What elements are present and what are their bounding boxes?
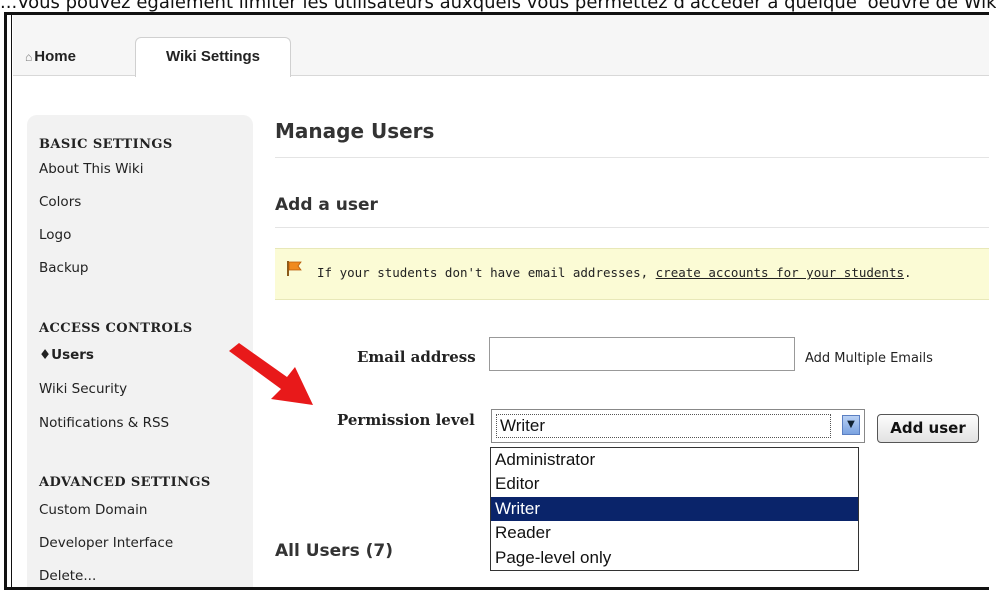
notice-text-before: If your students don't have email addres… — [317, 265, 656, 280]
permission-selected-value: Writer — [496, 414, 831, 438]
option-page-level[interactable]: Page-level only — [491, 546, 858, 570]
dropdown-arrow-icon[interactable]: ▼ — [842, 415, 860, 435]
permission-label: Permission level — [337, 411, 475, 429]
sidebar-heading-basic: BASIC SETTINGS — [39, 137, 173, 152]
sidebar-item-colors[interactable]: Colors — [39, 194, 81, 210]
tab-home[interactable]: ⌂ Home — [25, 48, 76, 65]
option-writer[interactable]: Writer — [491, 496, 858, 522]
tab-home-label: Home — [34, 48, 76, 65]
email-label: Email address — [357, 348, 476, 366]
browser-frame: ⌂ Home Wiki Settings BASIC SETTINGS About… — [4, 12, 989, 590]
top-tab-bar: ⌂ Home Wiki Settings — [13, 15, 989, 77]
sidebar-item-about[interactable]: About This Wiki — [39, 161, 143, 177]
option-reader[interactable]: Reader — [491, 521, 858, 545]
red-arrow-icon — [229, 343, 313, 405]
sidebar-heading-advanced: ADVANCED SETTINGS — [39, 475, 211, 490]
sidebar-item-logo[interactable]: Logo — [39, 227, 71, 243]
house-icon: ⌂ — [25, 50, 33, 64]
sidebar-item-developer[interactable]: Developer Interface — [39, 535, 173, 551]
permission-dropdown-list: Administrator Editor Writer Reader Page-… — [490, 447, 859, 571]
sidebar-item-users-label: Users — [51, 347, 94, 363]
add-multiple-emails-link[interactable]: Add Multiple Emails — [805, 351, 933, 366]
divider — [275, 227, 989, 228]
add-user-button[interactable]: Add user — [877, 414, 979, 443]
option-administrator[interactable]: Administrator — [491, 448, 858, 472]
settings-sidebar: BASIC SETTINGS About This Wiki Colors Lo… — [27, 115, 253, 587]
current-marker-icon: ♦ — [39, 347, 52, 363]
create-accounts-link[interactable]: create accounts for your students — [656, 265, 904, 280]
flag-icon — [287, 261, 302, 276]
sidebar-item-backup[interactable]: Backup — [39, 260, 89, 276]
notice-text: If your students don't have email addres… — [317, 265, 912, 280]
notice-text-after: . — [904, 265, 912, 280]
sidebar-item-custom-domain[interactable]: Custom Domain — [39, 502, 147, 518]
sidebar-item-users[interactable]: ♦Users — [39, 347, 94, 363]
email-field[interactable] — [489, 337, 795, 371]
sidebar-heading-access: ACCESS CONTROLS — [39, 321, 193, 336]
divider — [275, 157, 989, 158]
option-editor[interactable]: Editor — [491, 472, 858, 496]
all-users-heading: All Users (7) — [275, 541, 393, 561]
tab-wiki-settings[interactable]: Wiki Settings — [135, 37, 291, 77]
sidebar-item-delete[interactable]: Delete... — [39, 568, 96, 584]
section-heading-add-user: Add a user — [275, 195, 378, 215]
sidebar-item-notifications[interactable]: Notifications & RSS — [39, 415, 169, 431]
page-title: Manage Users — [275, 119, 435, 143]
sidebar-item-wiki-security[interactable]: Wiki Security — [39, 381, 127, 397]
permission-select[interactable]: Writer ▼ — [491, 409, 865, 443]
notice-banner: If your students don't have email addres… — [275, 248, 989, 300]
